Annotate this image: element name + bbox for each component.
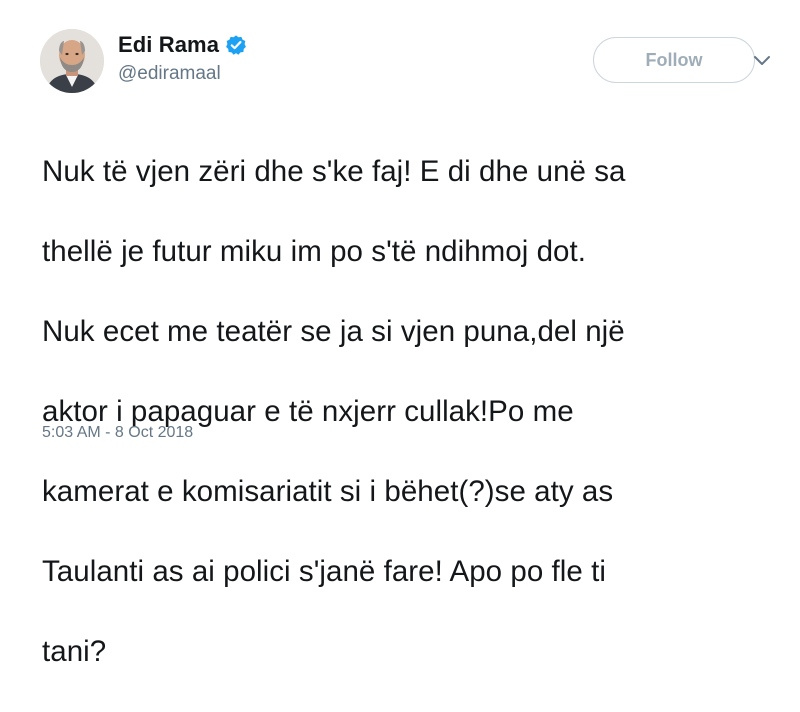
tweet-card: Edi Rama @ediramaal Follow Nuk të vjen z… <box>0 0 800 668</box>
tweet-timestamp[interactable]: 5:03 AM - 8 Oct 2018 <box>42 424 193 442</box>
tweet-text-line: Taulanti as ai polici s'janë fare! Apo p… <box>42 555 606 588</box>
display-name[interactable]: Edi Rama <box>118 32 219 58</box>
name-row: Edi Rama <box>118 31 247 59</box>
user-block: Edi Rama @ediramaal <box>118 31 247 85</box>
avatar-image <box>40 29 104 93</box>
avatar[interactable] <box>40 29 104 93</box>
user-handle[interactable]: @ediramaal <box>118 63 247 85</box>
verified-badge-icon <box>225 34 247 56</box>
tweet-text-line: Nuk ecet me teatër se ja si vjen puna,de… <box>42 315 625 348</box>
tweet-text-line: Nuk të vjen zëri dhe s'ke faj! E di dhe … <box>42 155 626 188</box>
tweet-text: Nuk të vjen zëri dhe s'ke faj! E di dhe … <box>42 112 782 712</box>
tweet-text-line: tani? <box>42 635 107 668</box>
tweet-text-line: kamerat e komisariatit si i bëhet(?)se a… <box>42 475 614 508</box>
follow-button[interactable]: Follow <box>593 37 755 83</box>
tweet-text-line: thellë je futur miku im po s'të ndihmoj … <box>42 235 587 268</box>
chevron-down-icon[interactable] <box>753 54 771 66</box>
